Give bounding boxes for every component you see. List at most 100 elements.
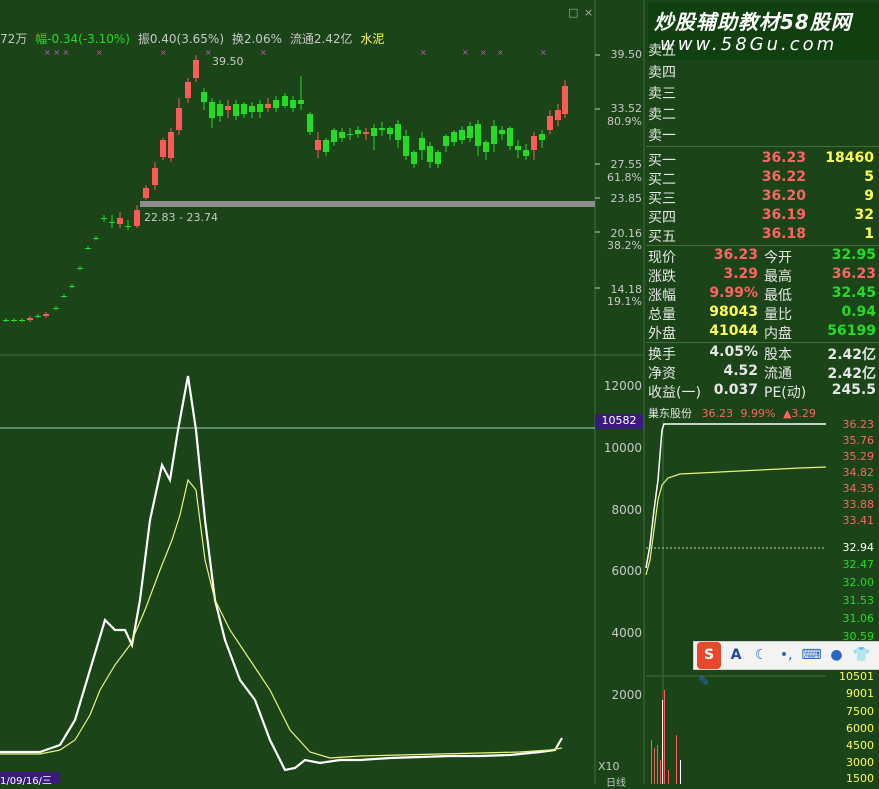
bid-row[interactable]: 买五 36.18 1: [648, 226, 876, 245]
indicator-axis-tick: 6000: [611, 564, 642, 578]
mini-axis-tick: 32.47: [842, 558, 875, 571]
chg-value: 3.29: [723, 266, 758, 282]
mini-axis-tick: 32.94: [842, 541, 875, 554]
high-value: 36.23: [831, 266, 876, 282]
candle-body: [43, 314, 49, 316]
vol-label: 总量: [648, 307, 676, 323]
mini-vol-tick: 3000: [846, 756, 874, 769]
bid-row[interactable]: 买四 36.19 32: [648, 207, 876, 226]
mini-vol-tick: 4500: [846, 739, 874, 752]
mini-axis-tick: 34.35: [842, 482, 875, 495]
pe-label: PE(动): [764, 385, 807, 401]
mini-vol-tick: 10501: [839, 670, 874, 683]
bid-row[interactable]: 买三 36.20 9: [648, 188, 876, 207]
candle-body: [61, 296, 67, 297]
candle-body: [515, 146, 521, 150]
cap-label: 股本: [764, 347, 792, 363]
candle-body: [35, 316, 41, 317]
mini-vol-tick: 6000: [846, 722, 874, 735]
cap-value: 2.42亿: [827, 347, 876, 363]
pe-value: 245.5: [831, 382, 876, 398]
candle-body: [152, 168, 158, 185]
svg-text:×: ×: [420, 48, 427, 57]
ime-toolbar[interactable]: S A ☾ •, ⌨ ● 👕 ✎: [693, 641, 879, 690]
candle-body: [403, 136, 409, 156]
candle-body: [507, 128, 513, 146]
outer-value: 41044: [709, 323, 758, 339]
punct-icon[interactable]: •,: [776, 642, 796, 669]
tool-icon[interactable]: ✎: [694, 669, 714, 696]
candle-body: [443, 136, 449, 146]
candle-body: [19, 320, 25, 321]
price-axis-tick: 23.85: [610, 192, 643, 205]
bid-row[interactable]: 买一 36.23 18460: [648, 150, 876, 169]
vol-value: 98043: [709, 304, 758, 320]
candle-body: [419, 138, 425, 150]
candle-body: [355, 130, 361, 134]
svg-text:×: ×: [205, 48, 212, 57]
candle-body: [241, 104, 247, 114]
now-price: 36.23: [713, 247, 758, 263]
mini-axis-tick: 36.23: [842, 418, 875, 431]
candle-body: [491, 126, 497, 144]
candle-body: [523, 150, 529, 156]
ask-row[interactable]: 卖一: [648, 125, 876, 144]
candle-body: [323, 140, 329, 152]
candle-body: [555, 110, 561, 120]
chg-label: 涨跌: [648, 269, 676, 285]
bid-volume: 18460: [825, 150, 874, 166]
ask-row[interactable]: 卖二: [648, 104, 876, 123]
high-label: 最高: [764, 269, 792, 285]
header-sector[interactable]: 水泥: [360, 32, 384, 46]
mini-vol-tick: 9001: [846, 687, 874, 700]
candle-body: [233, 104, 239, 116]
candle-body: [3, 320, 9, 321]
indicator-line-yellow: [0, 478, 563, 759]
candle-body: [347, 134, 353, 135]
turn-label: 换手: [648, 347, 676, 363]
header-amplitude: 幅-0.34(-3.10%): [35, 32, 130, 46]
open-label: 今开: [764, 250, 792, 266]
user-icon[interactable]: ●: [826, 642, 846, 669]
candle-body: [339, 132, 345, 138]
ask-row[interactable]: 卖五: [648, 40, 876, 59]
candle-body: [363, 132, 369, 134]
candle-body: [85, 248, 91, 249]
ime-logo-icon[interactable]: S: [697, 642, 721, 669]
candle-body: [27, 318, 33, 320]
bid-label: 买一: [648, 153, 676, 169]
mini-stock-name: 巢东股份: [648, 407, 692, 420]
candle-body: [193, 60, 199, 78]
bid-row[interactable]: 买二 36.22 5: [648, 169, 876, 188]
float-label: 流通: [764, 366, 792, 382]
mini-axis-tick: 34.82: [842, 466, 875, 479]
candle-body: [290, 100, 296, 108]
period-label[interactable]: 日线: [606, 774, 626, 789]
mini-axis-tick: 31.06: [842, 612, 875, 625]
bid-label: 买二: [648, 172, 676, 188]
restore-window-button[interactable]: □: [568, 6, 578, 19]
eps-value: 0.037: [713, 382, 758, 398]
pct-value: 9.99%: [709, 285, 758, 301]
ask-row[interactable]: 卖三: [648, 83, 876, 102]
support-band: [140, 201, 595, 207]
mini-price: 36.23: [701, 407, 734, 420]
ime-mode-button[interactable]: A: [726, 642, 746, 669]
candle-body: [168, 132, 174, 158]
svg-text:×: ×: [497, 48, 504, 57]
candle-body: [387, 128, 393, 134]
candle-body: [225, 106, 231, 110]
bid-label: 买五: [648, 229, 676, 245]
shirt-icon[interactable]: 👕: [852, 642, 872, 669]
high-price-label: 39.50: [212, 55, 244, 68]
indicator-axis-tick: 8000: [611, 503, 642, 517]
close-window-button[interactable]: ×: [584, 6, 593, 19]
keyboard-icon[interactable]: ⌨: [801, 642, 821, 669]
candle-body: [101, 218, 107, 219]
ask-row[interactable]: 卖四: [648, 62, 876, 81]
low-label: 最低: [764, 288, 792, 304]
candle-body: [483, 142, 489, 152]
pct-label: 涨幅: [648, 288, 676, 304]
mini-chart-header[interactable]: 巢东股份 36.23 9.99% ▲3.29: [648, 405, 816, 421]
moon-icon[interactable]: ☾: [751, 642, 771, 669]
